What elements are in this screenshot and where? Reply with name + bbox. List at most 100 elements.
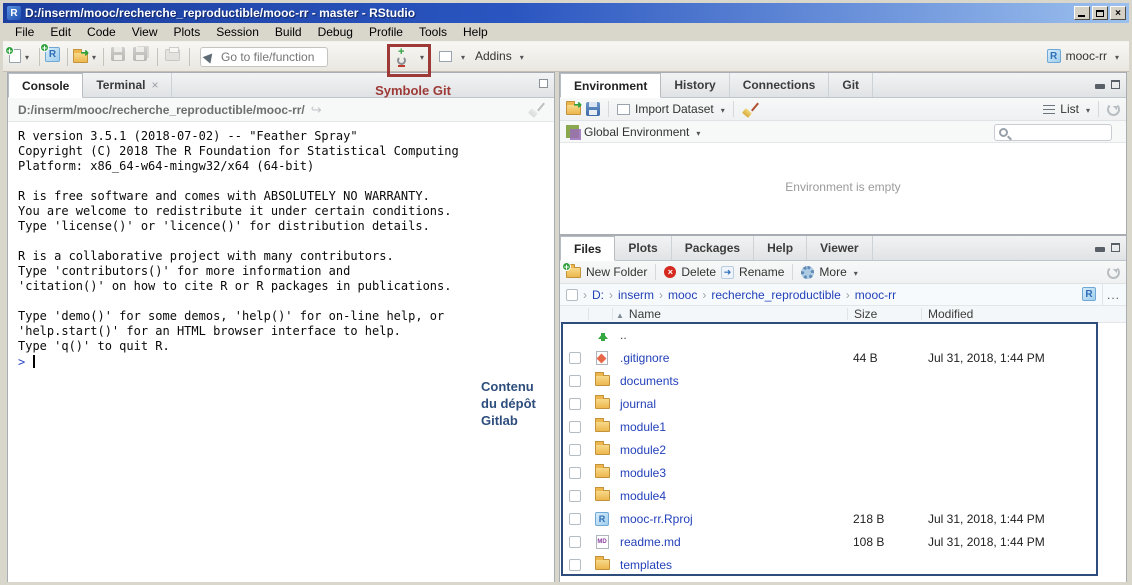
select-all-checkbox[interactable]: [566, 289, 578, 301]
breadcrumb-item[interactable]: mooc: [668, 288, 697, 302]
row-checkbox[interactable]: [569, 467, 581, 479]
tab-console[interactable]: Console: [8, 73, 83, 98]
maximize-pane-icon[interactable]: [1111, 80, 1120, 89]
chevron-down-icon[interactable]: [459, 47, 465, 65]
tab-files[interactable]: Files: [560, 236, 615, 261]
list-view-button[interactable]: List: [1060, 102, 1079, 116]
row-checkbox[interactable]: [569, 398, 581, 410]
row-checkbox[interactable]: [569, 490, 581, 502]
menu-code[interactable]: Code: [79, 24, 124, 40]
close-tab-icon[interactable]: [145, 78, 158, 92]
save-button[interactable]: [111, 47, 125, 61]
close-button[interactable]: ×: [1110, 6, 1126, 20]
menu-build[interactable]: Build: [267, 24, 310, 40]
tab-help[interactable]: Help: [754, 236, 807, 260]
row-checkbox[interactable]: [569, 536, 581, 548]
tab-packages[interactable]: Packages: [672, 236, 754, 260]
file-link[interactable]: journal: [620, 397, 656, 411]
minimize-button[interactable]: [1074, 6, 1090, 20]
addins-button[interactable]: Addins: [475, 47, 524, 65]
clear-environment-icon[interactable]: [742, 102, 758, 117]
table-row[interactable]: journal: [560, 392, 1126, 415]
minimize-pane-icon[interactable]: [1095, 247, 1105, 252]
refresh-icon[interactable]: [1107, 103, 1120, 116]
panes-layout-button[interactable]: [439, 47, 465, 65]
table-row[interactable]: module2: [560, 438, 1126, 461]
environment-search-input[interactable]: [1012, 127, 1107, 139]
maximize-button[interactable]: [1092, 6, 1108, 20]
chevron-down-icon[interactable]: [23, 47, 29, 65]
environment-scope-selector[interactable]: Global Environment: [584, 125, 689, 139]
goto-directory-icon[interactable]: ↪: [311, 102, 322, 118]
row-checkbox[interactable]: [569, 375, 581, 387]
file-link[interactable]: templates: [620, 558, 672, 572]
console-output[interactable]: R version 3.5.1 (2018-07-02) -- "Feather…: [8, 122, 554, 369]
row-checkbox[interactable]: [569, 513, 581, 525]
save-all-button[interactable]: [133, 47, 147, 61]
project-home-icon[interactable]: R: [1082, 287, 1096, 301]
breadcrumb-item[interactable]: mooc-rr: [855, 288, 896, 302]
file-link[interactable]: module3: [620, 466, 666, 480]
breadcrumb-item[interactable]: recherche_reproductible: [711, 288, 840, 302]
tab-git[interactable]: Git: [829, 73, 873, 97]
file-link[interactable]: documents: [620, 374, 679, 388]
tab-terminal[interactable]: Terminal: [83, 73, 172, 97]
chevron-down-icon[interactable]: [418, 47, 424, 65]
tab-connections[interactable]: Connections: [730, 73, 830, 97]
rename-button[interactable]: Rename: [739, 265, 784, 279]
chevron-down-icon[interactable]: [1113, 47, 1119, 65]
menu-session[interactable]: Session: [208, 24, 267, 40]
print-button[interactable]: [165, 47, 180, 61]
tab-history[interactable]: History: [661, 73, 729, 97]
chevron-down-icon[interactable]: [518, 47, 524, 65]
column-header-name[interactable]: Name: [616, 307, 661, 321]
menu-profile[interactable]: Profile: [361, 24, 411, 40]
menu-edit[interactable]: Edit: [42, 24, 79, 40]
new-project-button[interactable]: R+: [45, 47, 60, 62]
tab-viewer[interactable]: Viewer: [807, 236, 872, 260]
chevron-down-icon[interactable]: [852, 265, 858, 279]
breadcrumb-item[interactable]: inserm: [618, 288, 654, 302]
clear-console-icon[interactable]: [528, 102, 544, 117]
more-button[interactable]: More: [819, 265, 846, 279]
row-checkbox[interactable]: [569, 559, 581, 571]
chevron-down-icon[interactable]: [719, 102, 725, 116]
tab-environment[interactable]: Environment: [560, 73, 661, 98]
table-row[interactable]: module1: [560, 415, 1126, 438]
menu-file[interactable]: File: [7, 24, 42, 40]
goto-file-input[interactable]: [221, 50, 321, 64]
file-link[interactable]: ..: [620, 328, 627, 342]
chevron-down-icon[interactable]: [694, 125, 700, 139]
maximize-pane-icon[interactable]: [1111, 243, 1120, 252]
delete-button[interactable]: Delete: [681, 265, 716, 279]
file-link[interactable]: module1: [620, 420, 666, 434]
table-row[interactable]: module3: [560, 461, 1126, 484]
menu-help[interactable]: Help: [455, 24, 496, 40]
chevron-down-icon[interactable]: [90, 47, 96, 65]
table-row[interactable]: MDreadme.md108 BJul 31, 2018, 1:44 PM: [560, 530, 1126, 553]
table-row[interactable]: templates: [560, 553, 1126, 576]
row-checkbox[interactable]: [569, 352, 581, 364]
table-row[interactable]: Rmooc-rr.Rproj218 BJul 31, 2018, 1:44 PM: [560, 507, 1126, 530]
table-row[interactable]: documents: [560, 369, 1126, 392]
chevron-down-icon[interactable]: [1084, 102, 1090, 116]
import-dataset-button[interactable]: Import Dataset: [635, 102, 714, 116]
menu-debug[interactable]: Debug: [310, 24, 361, 40]
row-checkbox[interactable]: [569, 421, 581, 433]
git-menu-button[interactable]: +: [394, 47, 424, 65]
save-workspace-icon[interactable]: [586, 102, 600, 116]
tab-plots[interactable]: Plots: [615, 236, 671, 260]
breadcrumb-item[interactable]: D:: [592, 288, 604, 302]
file-link[interactable]: module4: [620, 489, 666, 503]
new-file-button[interactable]: +: [9, 47, 29, 65]
table-row[interactable]: module4: [560, 484, 1126, 507]
refresh-icon[interactable]: [1107, 266, 1120, 279]
minimize-pane-icon[interactable]: [1095, 84, 1105, 89]
file-link[interactable]: readme.md: [620, 535, 681, 549]
menu-plots[interactable]: Plots: [166, 24, 209, 40]
file-link[interactable]: .gitignore: [620, 351, 669, 365]
file-link[interactable]: module2: [620, 443, 666, 457]
new-folder-button[interactable]: New Folder: [586, 265, 647, 279]
column-header-modified[interactable]: Modified: [928, 307, 973, 321]
file-link[interactable]: mooc-rr.Rproj: [620, 512, 693, 526]
